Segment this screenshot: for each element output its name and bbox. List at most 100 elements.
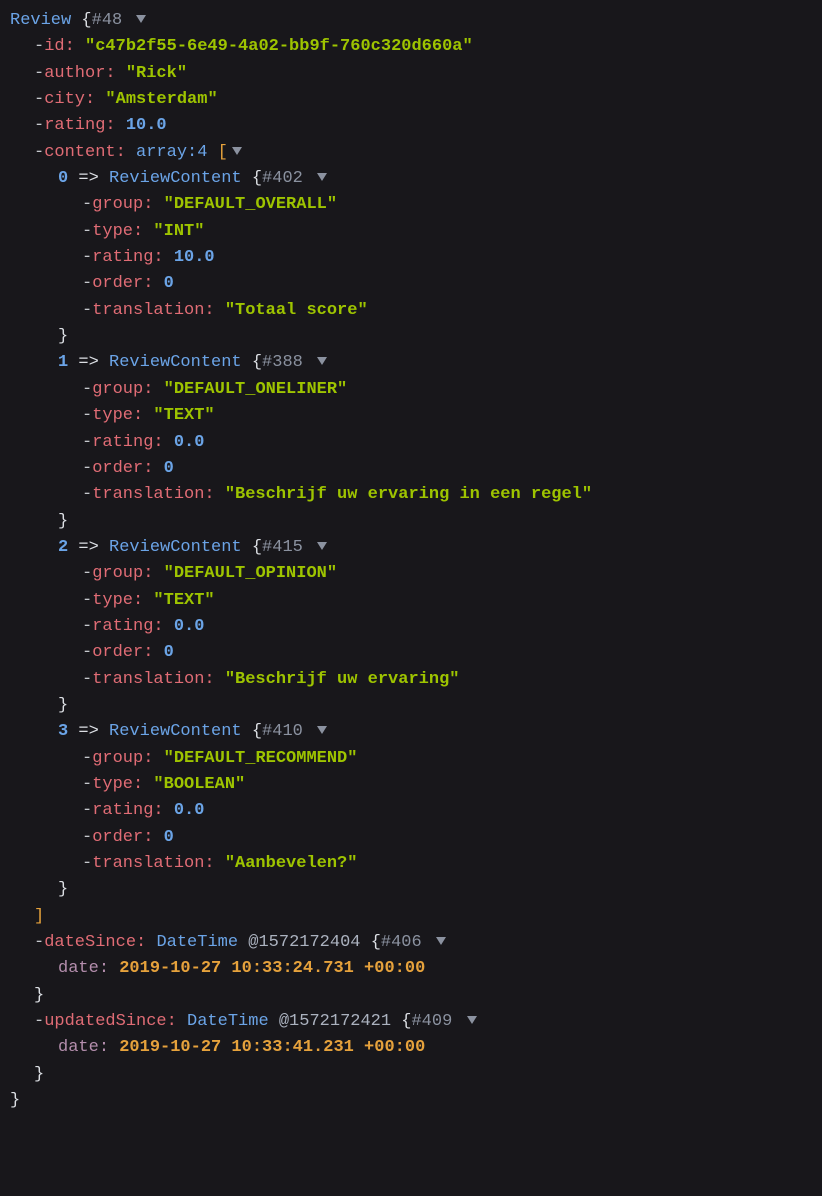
key-author: author <box>44 64 105 83</box>
content-item-header[interactable]: 3 => ReviewContent {#410 <box>10 719 792 745</box>
content-close: ] <box>10 904 792 930</box>
item-translation: -translation: "Beschrijf uw ervaring in … <box>10 482 792 508</box>
toggle-root[interactable] <box>136 15 146 23</box>
toggle-item-2[interactable] <box>317 542 327 550</box>
class-name: Review <box>10 11 71 30</box>
ts-dateSince: @1572172404 <box>248 933 360 952</box>
val-date-dateSince: 2019-10-27 10:33:24.731 +00:00 <box>119 959 425 978</box>
toggle-updatedSince[interactable] <box>467 1016 477 1024</box>
key-dateSince: dateSince <box>44 933 136 952</box>
val-type: "TEXT" <box>153 591 214 610</box>
item-order: -order: 0 <box>10 271 792 297</box>
val-translation: "Aanbevelen?" <box>225 854 358 873</box>
val-group: "DEFAULT_ONELINER" <box>164 380 348 399</box>
object-hash: #48 <box>92 11 123 30</box>
prop-rating: -rating: 10.0 <box>10 113 792 139</box>
var-dump: Review {#48 -id: "c47b2f55-6e49-4a02-bb9… <box>10 8 792 1114</box>
val-type: "TEXT" <box>153 406 214 425</box>
val-type: "BOOLEAN" <box>153 775 245 794</box>
item-close: } <box>10 509 792 535</box>
key-rating: rating <box>44 116 105 135</box>
toggle-item-3[interactable] <box>317 726 327 734</box>
val-order: 0 <box>164 274 174 293</box>
item-hash: #402 <box>262 169 303 188</box>
item-hash: #415 <box>262 538 303 557</box>
key-updatedSince: updatedSince <box>44 1012 166 1031</box>
item-close: } <box>10 324 792 350</box>
val-translation: "Totaal score" <box>225 301 368 320</box>
item-order: -order: 0 <box>10 825 792 851</box>
item-translation: -translation: "Beschrijf uw ervaring" <box>10 667 792 693</box>
val-item-rating: 0.0 <box>174 433 205 452</box>
content-item-header[interactable]: 2 => ReviewContent {#415 <box>10 535 792 561</box>
toggle-item-1[interactable] <box>317 357 327 365</box>
datetime-close: } <box>10 983 792 1009</box>
val-author: "Rick" <box>126 64 187 83</box>
item-class: ReviewContent <box>109 722 242 741</box>
val-order: 0 <box>164 828 174 847</box>
val-id: "c47b2f55-6e49-4a02-bb9f-760c320d660a" <box>85 37 473 56</box>
prop-author: -author: "Rick" <box>10 61 792 87</box>
val-translation: "Beschrijf uw ervaring in een regel" <box>225 485 592 504</box>
item-class: ReviewContent <box>109 538 242 557</box>
prop-city: -city: "Amsterdam" <box>10 87 792 113</box>
val-order: 0 <box>164 459 174 478</box>
prop-id: -id: "c47b2f55-6e49-4a02-bb9f-760c320d66… <box>10 34 792 60</box>
content-index: 3 <box>58 722 68 741</box>
val-group: "DEFAULT_OPINION" <box>164 564 337 583</box>
prop-updatedSince[interactable]: -updatedSince: DateTime @1572172421 {#40… <box>10 1009 792 1035</box>
item-type: -type: "TEXT" <box>10 403 792 429</box>
content-index: 1 <box>58 353 68 372</box>
key-content: content <box>44 143 115 162</box>
prop-content[interactable]: -content: array:4 [ <box>10 140 792 166</box>
item-translation: -translation: "Totaal score" <box>10 298 792 324</box>
val-rating: 10.0 <box>126 116 167 135</box>
val-item-rating: 0.0 <box>174 617 205 636</box>
item-close: } <box>10 693 792 719</box>
item-group: -group: "DEFAULT_ONELINER" <box>10 377 792 403</box>
prop-dateSince[interactable]: -dateSince: DateTime @1572172404 {#406 <box>10 930 792 956</box>
val-item-rating: 0.0 <box>174 801 205 820</box>
content-type: array:4 <box>136 143 207 162</box>
key-city: city <box>44 90 85 109</box>
val-order: 0 <box>164 643 174 662</box>
item-rating: -rating: 0.0 <box>10 614 792 640</box>
content-item-header[interactable]: 1 => ReviewContent {#388 <box>10 350 792 376</box>
datetime-close: } <box>10 1062 792 1088</box>
item-class: ReviewContent <box>109 169 242 188</box>
date-line: date: 2019-10-27 10:33:24.731 +00:00 <box>10 956 792 982</box>
item-order: -order: 0 <box>10 640 792 666</box>
toggle-item-0[interactable] <box>317 173 327 181</box>
root-close: } <box>10 1088 792 1114</box>
toggle-content[interactable] <box>232 147 242 155</box>
val-translation: "Beschrijf uw ervaring" <box>225 670 460 689</box>
item-close: } <box>10 877 792 903</box>
item-rating: -rating: 0.0 <box>10 798 792 824</box>
item-group: -group: "DEFAULT_OVERALL" <box>10 192 792 218</box>
date-line: date: 2019-10-27 10:33:41.231 +00:00 <box>10 1035 792 1061</box>
content-index: 2 <box>58 538 68 557</box>
item-order: -order: 0 <box>10 456 792 482</box>
content-index: 0 <box>58 169 68 188</box>
item-hash: #410 <box>262 722 303 741</box>
toggle-dateSince[interactable] <box>436 937 446 945</box>
val-group: "DEFAULT_RECOMMEND" <box>164 749 358 768</box>
item-translation: -translation: "Aanbevelen?" <box>10 851 792 877</box>
val-group: "DEFAULT_OVERALL" <box>164 195 337 214</box>
val-item-rating: 10.0 <box>174 248 215 267</box>
item-hash: #388 <box>262 353 303 372</box>
val-date-updatedSince: 2019-10-27 10:33:41.231 +00:00 <box>119 1038 425 1057</box>
item-type: -type: "INT" <box>10 219 792 245</box>
key-id: id <box>44 37 64 56</box>
item-group: -group: "DEFAULT_OPINION" <box>10 561 792 587</box>
root-header[interactable]: Review {#48 <box>10 8 792 34</box>
item-type: -type: "TEXT" <box>10 588 792 614</box>
item-type: -type: "BOOLEAN" <box>10 772 792 798</box>
val-type: "INT" <box>153 222 204 241</box>
item-group: -group: "DEFAULT_RECOMMEND" <box>10 746 792 772</box>
content-item-header[interactable]: 0 => ReviewContent {#402 <box>10 166 792 192</box>
ts-updatedSince: @1572172421 <box>279 1012 391 1031</box>
item-rating: -rating: 0.0 <box>10 430 792 456</box>
item-class: ReviewContent <box>109 353 242 372</box>
val-city: "Amsterdam" <box>105 90 217 109</box>
